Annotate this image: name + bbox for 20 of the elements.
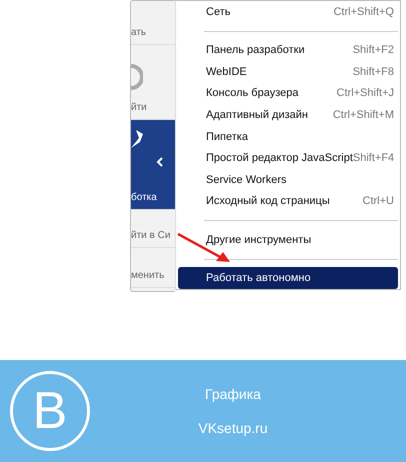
menu-item[interactable]: Консоль браузера Ctrl+Shift+J <box>178 82 398 104</box>
menu-item[interactable]: Простой редактор JavaScriptShift+F4 <box>178 147 398 169</box>
menu-item[interactable]: Исходный код страницы Ctrl+U <box>178 190 398 212</box>
banner-title: Графика <box>205 386 261 402</box>
chevron-left-icon <box>156 157 164 167</box>
menu-item[interactable]: Сеть Ctrl+Shift+Q <box>178 1 398 23</box>
sidebar-item[interactable]: ботка <box>131 120 175 210</box>
menu-item[interactable]: Другие инструменты <box>178 228 398 250</box>
menu-item[interactable]: Пипетка <box>178 126 398 148</box>
site-name: VKsetup.ru <box>198 420 268 436</box>
menu-item[interactable]: Работать автономно <box>178 267 398 289</box>
menu-item[interactable]: WebIDE Shift+F8 <box>178 61 398 83</box>
menu-label: йти в Си <box>131 230 170 241</box>
menu-item[interactable]: Service Workers <box>178 168 398 190</box>
menu-label: ать <box>131 27 146 38</box>
menu-item[interactable]: Панель разработки Shift+F2 <box>178 40 398 62</box>
logo: B <box>10 371 90 451</box>
menu-item[interactable]: Адаптивный дизайн Ctrl+Shift+M <box>178 104 398 126</box>
menu-label: менить <box>131 270 164 281</box>
menu-label: йти <box>131 102 147 113</box>
